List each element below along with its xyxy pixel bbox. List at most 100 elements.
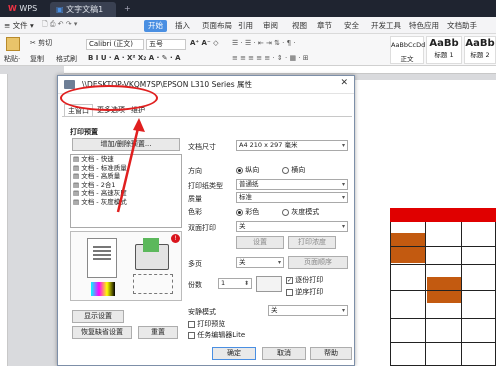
color-option[interactable]: 彩色 (236, 207, 259, 217)
warning-icon: ! (171, 234, 180, 243)
quiet-mode-label: 安静模式 (188, 308, 216, 316)
help-button[interactable]: 帮助 (310, 347, 352, 360)
tab-wps-home[interactable]: W WPS (2, 2, 48, 17)
restore-defaults-button[interactable]: 恢复缺省设置 (72, 326, 132, 339)
text-lines-icon (93, 246, 111, 248)
chevron-down-icon: ▾ (341, 223, 345, 230)
doc-size-label: 文档尺寸 (188, 143, 216, 151)
style-heading-1[interactable]: AaBb 标题 1 (426, 36, 462, 64)
font-size-select[interactable]: 五号 (146, 39, 186, 50)
paper-type-value: 普通纸 (239, 180, 259, 188)
style-h2-preview: AaBb (465, 38, 495, 49)
copies-input[interactable]: 1 ⬍ (218, 278, 252, 289)
paper-type-label: 打印纸类型 (188, 182, 223, 190)
quality-select[interactable]: 标准 ▾ (236, 192, 348, 203)
table-row-line (390, 246, 496, 247)
paste-icon[interactable] (6, 37, 20, 51)
radio-icon (236, 166, 243, 174)
menu-special[interactable]: 特色应用 (409, 20, 439, 32)
reverse-order-option[interactable]: 逆序打印 (286, 287, 323, 297)
page-preview-icon (87, 238, 117, 278)
quality-value: 标准 (239, 193, 252, 201)
tab-divider (62, 116, 352, 117)
copy-button[interactable]: 复制 (30, 54, 44, 64)
style-normal-preview: AaBbCcDd (391, 41, 426, 49)
format-painter-button[interactable]: 格式刷 (56, 54, 77, 64)
print-density-button[interactable]: 打印浓度 (288, 236, 336, 249)
portrait-option[interactable]: 纵向 (236, 165, 259, 175)
grayscale-option[interactable]: 灰度模式 (282, 207, 319, 217)
font-format-icons[interactable]: B I U · A · X² X₂ A · ✎ · A (88, 54, 181, 62)
landscape-option[interactable]: 横向 (282, 165, 305, 175)
style-normal-label: 正文 (400, 55, 414, 63)
page-order-button[interactable]: 页面顺序 (288, 256, 348, 269)
chevron-down-icon: ▾ (341, 142, 345, 149)
duplex-select[interactable]: 关 ▾ (236, 221, 348, 232)
job-arranger-label: 任务编辑器Lite (197, 331, 246, 339)
quick-access-icons[interactable]: 🗋 ⎙ ↶ ↷ ▾ (42, 20, 142, 32)
font-name-select[interactable]: Calibri (正文) (86, 39, 144, 50)
font-grow-shrink-icons[interactable]: A⁺ A⁻ ◇ (190, 39, 218, 47)
quiet-mode-value: 关 (271, 306, 278, 314)
doc-icon: ▣ (56, 5, 64, 14)
alignment-icons[interactable]: ≡ ≡ ≡ ≡ ≡ · ⇕ · ▦ · ⊞ (232, 54, 309, 62)
menu-review[interactable]: 审阅 (263, 20, 278, 32)
annotation-ellipse (60, 85, 158, 111)
cancel-button[interactable]: 取消 (262, 347, 306, 360)
cut-button[interactable]: ✂ 剪切 (30, 38, 52, 48)
tab-document[interactable]: ▣ 文字文稿1 (50, 2, 116, 17)
table-header-cells (390, 208, 496, 222)
menu-page-layout[interactable]: 页面布局 (202, 20, 232, 32)
table-row-line (390, 342, 496, 343)
table-brown-cell (391, 233, 425, 263)
show-settings-button[interactable]: 显示设置 (72, 310, 124, 323)
menu-security[interactable]: 安全 (344, 20, 359, 32)
paper-type-select[interactable]: 普通纸 ▾ (236, 179, 348, 190)
paste-button[interactable]: 粘贴· (4, 54, 20, 64)
chevron-down-icon: ▾ (341, 307, 345, 314)
multipage-select[interactable]: 关 ▾ (236, 257, 284, 268)
copies-label: 份数 (188, 281, 202, 289)
menu-view[interactable]: 视图 (292, 20, 307, 32)
radio-icon (282, 208, 289, 216)
menu-references[interactable]: 引用 (238, 20, 253, 32)
menu-developer[interactable]: 开发工具 (371, 20, 401, 32)
preset-label: 文档 - 2合1 (81, 180, 116, 189)
preset-label: 文档 - 快速 (81, 155, 114, 163)
paper-icon (143, 238, 159, 252)
printer-properties-dialog: \\DESKTOP-VKQM7SP\EPSON L310 Series 属性 ✕… (57, 75, 355, 366)
duplex-settings-button[interactable]: 设置 (236, 236, 284, 249)
table-row-line (390, 318, 496, 319)
job-arranger-option[interactable]: 任务编辑器Lite (188, 330, 245, 340)
print-preview-option[interactable]: 打印预览 (188, 319, 225, 329)
new-tab-button[interactable]: + (118, 2, 132, 17)
orientation-label: 方向 (188, 167, 202, 175)
close-icon[interactable]: ✕ (340, 78, 348, 88)
collate-option[interactable]: ✓ 逐份打印 (286, 275, 323, 285)
menu-insert[interactable]: 插入 (175, 20, 190, 32)
paragraph-icons[interactable]: ☰ · ☰ · ⇤ ⇥ ⇅ · ¶ · (232, 39, 296, 47)
menu-chapter[interactable]: 章节 (317, 20, 332, 32)
tab-wps-label: WPS (19, 4, 38, 13)
style-heading-2[interactable]: AaBb 标题 2 (464, 36, 496, 64)
doc-size-select[interactable]: A4 210 x 297 毫米 ▾ (236, 140, 348, 151)
style-normal[interactable]: AaBbCcDd 正文 (390, 36, 426, 64)
ok-button[interactable]: 确定 (212, 347, 256, 360)
checkbox-icon (286, 288, 293, 296)
checkbox-icon (188, 320, 195, 328)
menu-file[interactable]: ≡ 文件 ▾ (4, 20, 34, 32)
multipage-value: 关 (239, 258, 246, 266)
reset-button[interactable]: 重置 (138, 326, 178, 339)
spinner-icon[interactable]: ⬍ (244, 279, 249, 288)
tab-document-label: 文字文稿1 (66, 5, 104, 14)
print-preview-label: 打印预览 (197, 320, 226, 328)
quiet-mode-select[interactable]: 关 ▾ (268, 305, 348, 316)
collate-pages-icon (256, 276, 282, 292)
menu-start[interactable]: 开始 (144, 20, 167, 32)
annotation-arrow-icon (116, 118, 145, 213)
radio-icon (282, 166, 289, 174)
menu-doc-assistant[interactable]: 文档助手 (447, 20, 477, 32)
grayscale-option-label: 灰度模式 (291, 208, 320, 216)
landscape-label: 横向 (291, 166, 306, 174)
color-label: 色彩 (188, 208, 202, 216)
